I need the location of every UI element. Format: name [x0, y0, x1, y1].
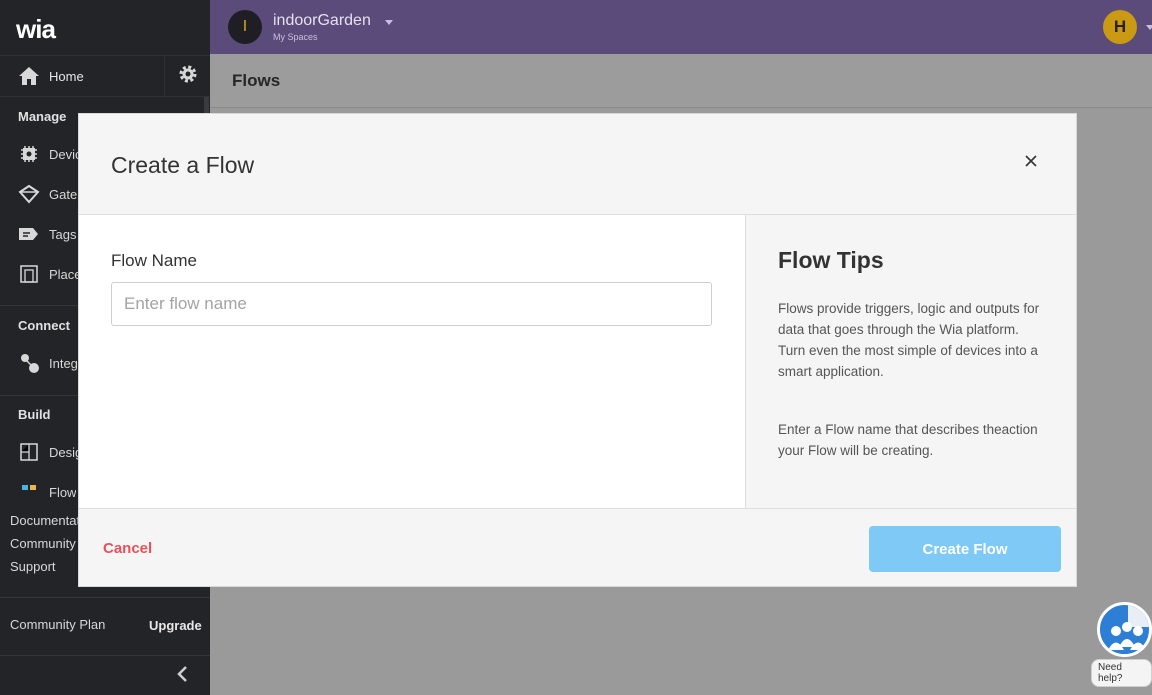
create-flow-button[interactable]: Create Flow [869, 526, 1061, 572]
support-link[interactable]: Support [10, 559, 56, 574]
building-icon [18, 263, 40, 285]
help-label[interactable]: Need help? [1091, 659, 1152, 687]
section-manage: Manage [18, 109, 67, 124]
sidebar-item-label: Home [49, 68, 84, 84]
upgrade-link[interactable]: Upgrade [149, 618, 202, 633]
sidebar-divider [0, 655, 210, 656]
tips-paragraph: Enter a Flow name that describes theacti… [778, 422, 1038, 458]
page-title: Flows [232, 71, 281, 90]
settings-button[interactable] [165, 55, 210, 97]
caret-down-icon[interactable] [1146, 25, 1152, 30]
create-flow-modal: Create a Flow Flow Name Flow Tips Flows … [78, 113, 1077, 587]
flow-name-input[interactable] [111, 282, 712, 326]
documentation-link[interactable]: Documentat [10, 513, 80, 528]
design-icon [18, 441, 40, 463]
sidebar-item-devices[interactable]: Devic [18, 140, 82, 168]
community-link[interactable]: Community [10, 536, 76, 551]
space-subtitle: My Spaces [273, 32, 318, 42]
sidebar-item-label: Tags [49, 226, 77, 242]
sidebar-divider [0, 597, 210, 598]
plan-label: Community Plan [10, 617, 106, 632]
gateway-icon [18, 183, 40, 205]
collapse-sidebar-button[interactable] [170, 664, 194, 688]
tag-icon [18, 223, 40, 245]
sidebar-item-places[interactable]: Place [18, 260, 82, 288]
sidebar-item-flows[interactable]: Flow [18, 477, 76, 497]
topbar: I indoorGarden My Spaces H [210, 0, 1152, 54]
flow-name-label: Flow Name [111, 251, 197, 270]
close-icon [1025, 154, 1037, 172]
sidebar-item-home[interactable]: Home [0, 55, 165, 97]
sidebar-item-label: Gate [49, 186, 78, 202]
user-avatar[interactable]: H [1103, 10, 1137, 44]
space-avatar[interactable]: I [228, 10, 262, 44]
chevron-left-icon [176, 665, 188, 688]
home-icon [18, 65, 40, 87]
space-name[interactable]: indoorGarden [273, 12, 371, 30]
chip-icon [18, 143, 40, 165]
flow-tips-panel: Flow Tips Flows provide triggers, logic … [745, 215, 1076, 508]
modal-title: Create a Flow [111, 152, 255, 178]
close-button[interactable] [1018, 150, 1044, 176]
cancel-button[interactable]: Cancel [103, 540, 152, 557]
tips-title: Flow Tips [778, 247, 884, 273]
help-widget-button[interactable] [1097, 602, 1152, 657]
sidebar-item-label: Integ [49, 355, 78, 371]
gear-icon [177, 63, 199, 90]
caret-down-icon[interactable] [385, 20, 393, 25]
sidebar-item-integrations[interactable]: Integ [18, 349, 78, 377]
section-build: Build [18, 407, 51, 422]
tips-paragraph: Flows provide triggers, logic and output… [778, 301, 1040, 379]
page-header: Flows [210, 54, 1152, 108]
modal-footer: Cancel Create Flow [79, 508, 1076, 586]
sidebar-item-gateways[interactable]: Gate [18, 180, 77, 208]
flow-icon [18, 485, 40, 497]
section-connect: Connect [18, 318, 70, 333]
modal-header: Create a Flow [79, 114, 1076, 215]
wia-logo[interactable]: wia [16, 14, 56, 45]
sidebar-item-design[interactable]: Desig [18, 438, 82, 466]
sidebar-item-label: Flow [49, 485, 77, 497]
sidebar-item-label: Devic [49, 146, 82, 162]
sidebar-item-tags[interactable]: Tags [18, 220, 76, 248]
sidebar-item-label: Place [49, 266, 82, 282]
modal-form: Flow Name [79, 215, 745, 508]
integrations-icon [18, 352, 40, 374]
